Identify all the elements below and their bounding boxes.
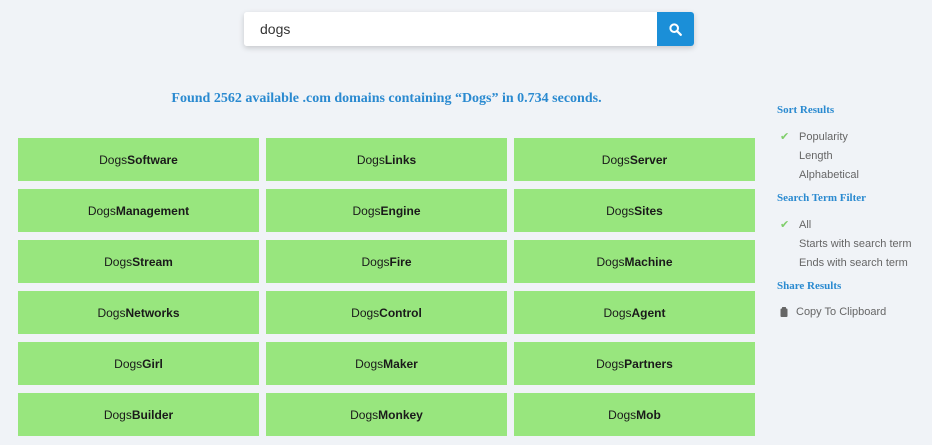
domain-prefix: Dogs <box>99 152 128 167</box>
domain-prefix: Dogs <box>361 254 390 269</box>
domain-tile-engine[interactable]: Dogs Engine <box>266 189 507 232</box>
filter-option-label: All <box>799 219 812 231</box>
share-results-heading: Share Results <box>777 280 842 292</box>
domain-suffix: Agent <box>631 305 666 320</box>
domain-suffix: Machine <box>624 254 673 269</box>
domain-tile-networks[interactable]: Dogs Networks <box>18 291 259 334</box>
clipboard-icon <box>780 307 788 317</box>
domain-suffix: Management <box>115 203 190 218</box>
sort-option-alphabetical[interactable]: Alphabetical <box>777 168 927 187</box>
check-icon: ✔ <box>780 219 790 231</box>
domain-suffix: Engine <box>380 203 421 218</box>
domain-prefix: Dogs <box>606 203 635 218</box>
sort-results-heading: Sort Results <box>777 104 835 116</box>
domain-suffix: Builder <box>131 407 174 422</box>
domain-suffix: Fire <box>389 254 412 269</box>
domain-tile-stream[interactable]: Dogs Stream <box>18 240 259 283</box>
domain-prefix: Dogs <box>87 203 116 218</box>
domain-prefix: Dogs <box>351 305 380 320</box>
sidebar: Sort Results ✔ Popularity Length Alphabetic… <box>777 104 927 318</box>
domain-prefix: Dogs <box>356 152 385 167</box>
filter-option-starts-with-search-term[interactable]: Starts with search term <box>777 237 927 256</box>
search-button[interactable] <box>657 12 694 46</box>
domain-tile-monkey[interactable]: Dogs Monkey <box>266 393 507 436</box>
domain-prefix: Dogs <box>355 356 384 371</box>
filter-option-ends-with-search-term[interactable]: Ends with search term <box>777 256 927 275</box>
sort-option-label: Popularity <box>799 131 848 143</box>
copy-to-clipboard-label: Copy To Clipboard <box>796 306 887 318</box>
sort-option-length[interactable]: Length <box>777 149 927 168</box>
domain-suffix: Monkey <box>378 407 423 422</box>
domain-tile-machine[interactable]: Dogs Machine <box>514 240 755 283</box>
domain-tile-girl[interactable]: Dogs Girl <box>18 342 259 385</box>
check-icon: ✔ <box>780 131 790 143</box>
domain-grid: Dogs Software Dogs Links Dogs Server Dogs Manag… <box>18 138 755 436</box>
domain-tile-management[interactable]: Dogs Management <box>18 189 259 232</box>
copy-to-clipboard-link[interactable]: Copy To Clipboard <box>777 306 927 318</box>
sort-options: ✔ Popularity Length Alphabetical <box>777 130 927 187</box>
domain-prefix: Dogs <box>352 203 381 218</box>
filter-option-label: Starts with search term <box>799 238 912 250</box>
domain-prefix: Dogs <box>596 356 625 371</box>
domain-prefix: Dogs <box>596 254 625 269</box>
domain-suffix: Networks <box>125 305 180 320</box>
domain-suffix: Girl <box>142 356 163 371</box>
domain-suffix: Control <box>379 305 422 320</box>
domain-prefix: Dogs <box>97 305 126 320</box>
search-input[interactable] <box>244 12 657 46</box>
filter-options: ✔ All Starts with search term Ends with sea… <box>777 218 927 275</box>
sort-option-popularity[interactable]: ✔ Popularity <box>777 130 927 149</box>
domain-prefix: Dogs <box>104 254 133 269</box>
domain-tile-software[interactable]: Dogs Software <box>18 138 259 181</box>
filter-option-label: Ends with search term <box>799 257 908 269</box>
domain-suffix: Stream <box>132 254 173 269</box>
search-bar <box>244 12 694 46</box>
domain-tile-partners[interactable]: Dogs Partners <box>514 342 755 385</box>
sort-option-label: Alphabetical <box>799 169 859 181</box>
search-term-filter-heading: Search Term Filter <box>777 192 866 204</box>
sort-option-label: Length <box>799 150 833 162</box>
domain-tile-mob[interactable]: Dogs Mob <box>514 393 755 436</box>
domain-tile-sites[interactable]: Dogs Sites <box>514 189 755 232</box>
filter-option-all[interactable]: ✔ All <box>777 218 927 237</box>
domain-tile-builder[interactable]: Dogs Builder <box>18 393 259 436</box>
domain-suffix: Sites <box>634 203 663 218</box>
domain-prefix: Dogs <box>114 356 143 371</box>
domain-tile-links[interactable]: Dogs Links <box>266 138 507 181</box>
domain-prefix: Dogs <box>350 407 379 422</box>
domain-tile-control[interactable]: Dogs Control <box>266 291 507 334</box>
domain-prefix: Dogs <box>603 305 632 320</box>
domain-suffix: Mob <box>636 407 661 422</box>
domain-prefix: Dogs <box>601 152 630 167</box>
domain-suffix: Software <box>127 152 178 167</box>
domain-suffix: Server <box>629 152 668 167</box>
domain-suffix: Partners <box>624 356 673 371</box>
domain-tile-fire[interactable]: Dogs Fire <box>266 240 507 283</box>
domain-suffix: Links <box>384 152 417 167</box>
domain-tile-maker[interactable]: Dogs Maker <box>266 342 507 385</box>
domain-suffix: Maker <box>383 356 418 371</box>
domain-tile-agent[interactable]: Dogs Agent <box>514 291 755 334</box>
search-icon <box>669 22 682 36</box>
domain-tile-server[interactable]: Dogs Server <box>514 138 755 181</box>
domain-prefix: Dogs <box>608 407 637 422</box>
domain-prefix: Dogs <box>103 407 132 422</box>
results-summary: Found 2562 available .com domains contai… <box>171 91 602 106</box>
